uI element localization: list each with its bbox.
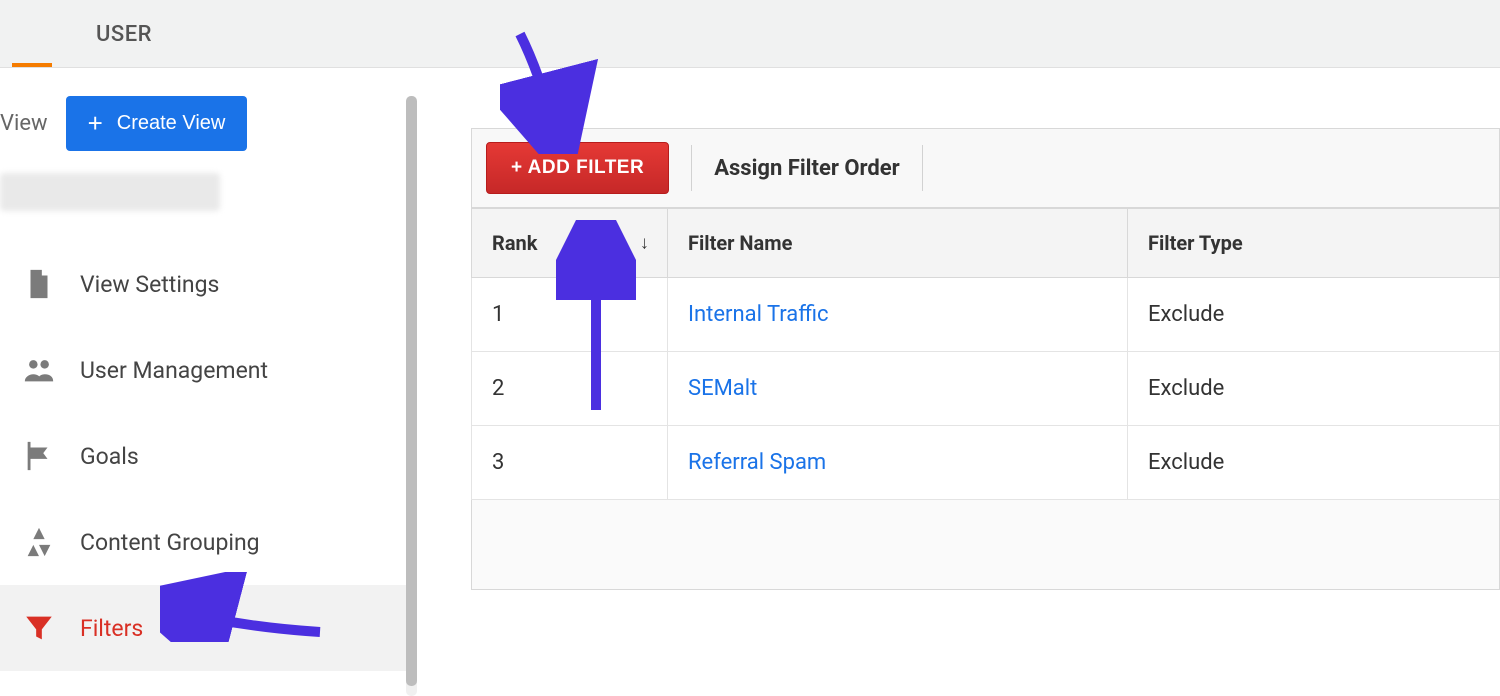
- create-view-label: Create View: [117, 112, 226, 135]
- rank-cell: 2: [472, 352, 668, 426]
- separator: [691, 145, 692, 191]
- sidebar-item-label: User Management: [80, 357, 268, 384]
- filter-type-column-header[interactable]: Filter Type: [1128, 209, 1500, 278]
- plus-icon: +: [88, 108, 103, 139]
- filter-name-column-header[interactable]: Filter Name: [668, 209, 1128, 278]
- table-row: 1 Internal Traffic Exclude: [472, 278, 1500, 352]
- funnel-icon: [22, 611, 56, 645]
- table-row: 2 SEMalt Exclude: [472, 352, 1500, 426]
- sidebar-item-goals[interactable]: Goals: [0, 413, 411, 499]
- grouping-icon: [22, 525, 56, 559]
- filter-name-link[interactable]: Internal Traffic: [688, 302, 829, 327]
- add-filter-button[interactable]: + ADD FILTER: [486, 142, 669, 194]
- sidebar-item-content-grouping[interactable]: Content Grouping: [0, 499, 411, 585]
- filter-type-cell: Exclude: [1128, 426, 1500, 500]
- toolbar: + ADD FILTER Assign Filter Order: [471, 128, 1500, 208]
- sidebar-item-user-management[interactable]: User Management: [0, 327, 411, 413]
- active-tab-indicator: [12, 63, 52, 67]
- filter-name-link[interactable]: SEMalt: [688, 376, 757, 401]
- filter-type-cell: Exclude: [1128, 278, 1500, 352]
- sidebar-nav: View Settings User Management Goals Cont…: [0, 241, 411, 671]
- people-icon: [22, 353, 56, 387]
- sidebar: View + Create View View Settings User Ma…: [0, 68, 411, 662]
- rank-header-label: Rank: [492, 231, 537, 255]
- rank-column-header[interactable]: Rank ↓: [472, 209, 668, 278]
- rank-cell: 3: [472, 426, 668, 500]
- sidebar-item-label: Filters: [80, 615, 143, 642]
- file-icon: [22, 267, 56, 301]
- filter-type-cell: Exclude: [1128, 352, 1500, 426]
- filter-name-link[interactable]: Referral Spam: [688, 450, 826, 475]
- view-label: View: [0, 111, 48, 136]
- scrollbar[interactable]: [406, 96, 417, 696]
- tab-user[interactable]: USER: [0, 0, 182, 47]
- sort-down-icon: ↓: [640, 233, 649, 254]
- assign-filter-order-link[interactable]: Assign Filter Order: [714, 156, 900, 181]
- table-footer: [471, 500, 1500, 590]
- separator: [922, 145, 923, 191]
- blurred-text: [0, 173, 220, 211]
- scrollbar-thumb[interactable]: [406, 96, 417, 686]
- create-view-button[interactable]: + Create View: [66, 96, 248, 151]
- rank-cell: 1: [472, 278, 668, 352]
- sidebar-item-label: View Settings: [80, 271, 219, 298]
- content: + ADD FILTER Assign Filter Order Rank ↓ …: [411, 68, 1500, 662]
- sidebar-item-label: Content Grouping: [80, 529, 260, 556]
- sidebar-item-filters[interactable]: Filters: [0, 585, 411, 671]
- sidebar-item-label: Goals: [80, 443, 139, 470]
- filters-table: Rank ↓ Filter Name Filter Type 1 Interna…: [471, 208, 1500, 500]
- table-row: 3 Referral Spam Exclude: [472, 426, 1500, 500]
- header: USER: [0, 0, 1500, 68]
- flag-icon: [22, 439, 56, 473]
- sidebar-item-view-settings[interactable]: View Settings: [0, 241, 411, 327]
